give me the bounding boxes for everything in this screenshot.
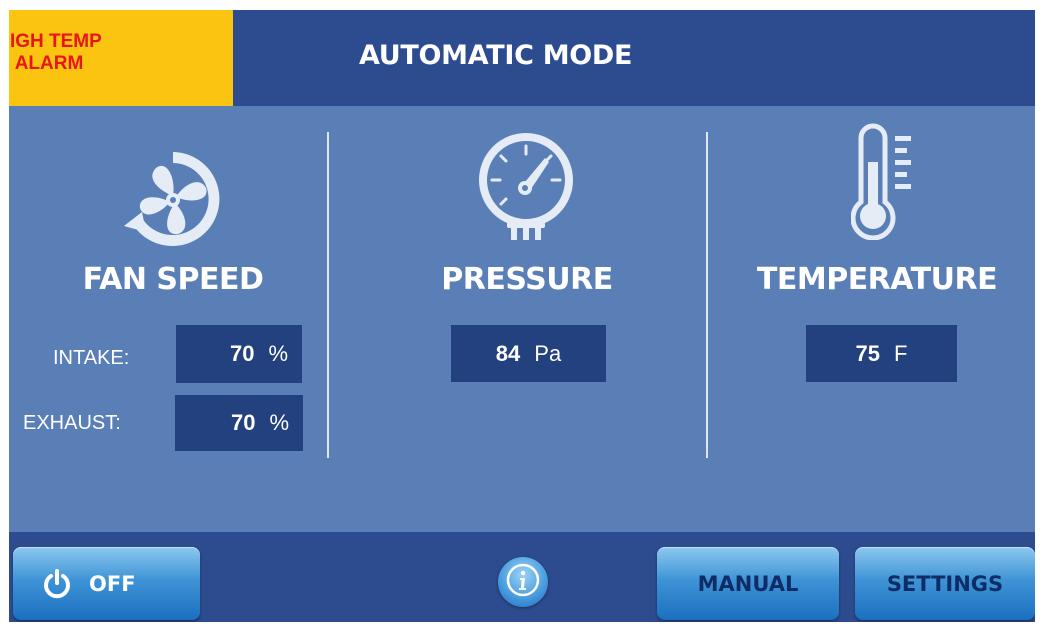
intake-value-field[interactable]: 70 %	[176, 325, 302, 383]
off-button[interactable]: OFF	[13, 547, 200, 620]
settings-button[interactable]: SETTINGS	[855, 547, 1035, 620]
info-button[interactable]	[498, 557, 548, 607]
settings-button-label: SETTINGS	[886, 571, 1004, 596]
section-divider	[327, 132, 329, 458]
off-button-label: OFF	[89, 571, 136, 596]
pressure-value: 84	[495, 340, 521, 366]
temperature-value: 75	[855, 340, 881, 366]
temperature-title: TEMPERATURE	[756, 262, 998, 297]
pressure-unit: Pa	[534, 340, 562, 366]
mode-title: AUTOMATIC MODE	[359, 40, 633, 71]
pressure-gauge-icon	[471, 128, 581, 248]
power-icon	[43, 568, 71, 599]
exhaust-unit: %	[269, 410, 289, 435]
info-icon	[506, 563, 540, 601]
exhaust-label: EXHAUST:	[23, 412, 121, 434]
intake-label: INTAKE:	[53, 347, 130, 369]
manual-button[interactable]: MANUAL	[657, 547, 839, 620]
section-divider	[706, 132, 708, 458]
temperature-unit: F	[894, 340, 908, 366]
header-bar: HIGH TEMP ALARM AUTOMATIC MODE	[9, 10, 1035, 106]
thermometer-icon	[850, 122, 921, 244]
intake-unit: %	[268, 341, 288, 366]
pressure-title: PRESSURE	[441, 262, 613, 297]
hmi-screen: HIGH TEMP ALARM AUTOMATIC MODE FAN SPEED…	[9, 10, 1035, 622]
high-temp-alarm-badge[interactable]: HIGH TEMP ALARM	[9, 10, 233, 106]
exhaust-value: 70	[230, 410, 256, 435]
alarm-line-1: HIGH TEMP	[9, 31, 102, 52]
fan-icon	[120, 146, 226, 256]
fan-speed-title: FAN SPEED	[82, 262, 264, 297]
alarm-line-2: ALARM	[14, 53, 84, 74]
temperature-value-field[interactable]: 75 F	[806, 325, 957, 382]
manual-button-label: MANUAL	[697, 571, 799, 596]
pressure-value-field[interactable]: 84 Pa	[451, 325, 606, 382]
intake-value: 70	[229, 341, 255, 366]
exhaust-value-field[interactable]: 70 %	[175, 395, 303, 451]
